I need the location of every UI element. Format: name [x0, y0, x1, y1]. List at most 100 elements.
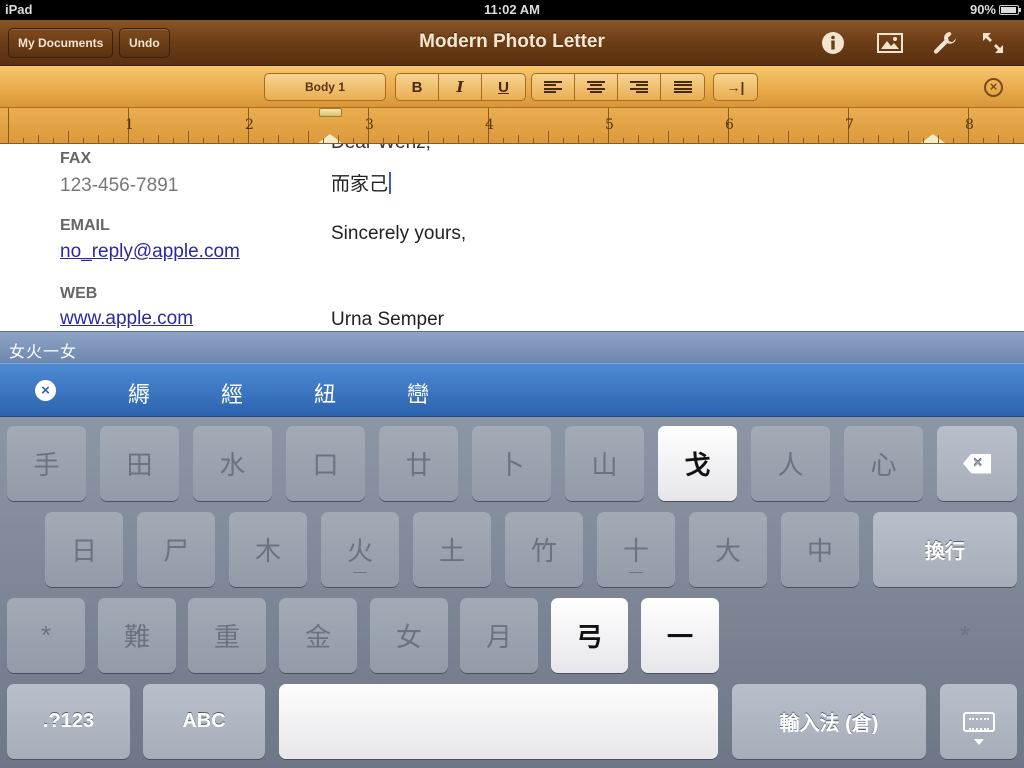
- ruler-tick: [278, 135, 279, 143]
- typed-text-line[interactable]: 而家己: [331, 169, 392, 196]
- key-row1-7[interactable]: 山: [565, 426, 644, 501]
- key-row1-2[interactable]: 田: [100, 426, 179, 501]
- media-icon[interactable]: [876, 29, 904, 57]
- key-row2-6[interactable]: 竹: [505, 512, 583, 587]
- wrench-icon[interactable]: [931, 29, 959, 57]
- right-indent-marker[interactable]: [921, 134, 945, 143]
- key-row2-4[interactable]: 火: [321, 512, 399, 587]
- key-row2-5[interactable]: 土: [413, 512, 491, 587]
- key-row1-1[interactable]: 手: [7, 426, 86, 501]
- ruler-tick: [398, 135, 399, 143]
- ruler-tick: [188, 131, 189, 143]
- my-documents-button[interactable]: My Documents: [8, 28, 114, 58]
- paragraph-style-button[interactable]: Body 1: [264, 73, 386, 101]
- document-page[interactable]: Dear Wenz, FAX 123-456-7891 EMAIL no_rep…: [0, 144, 1024, 331]
- ruler-tick: [818, 135, 819, 143]
- key-row2-7[interactable]: 十: [597, 512, 675, 587]
- justify-button[interactable]: [661, 74, 704, 100]
- ruler-tick: [143, 138, 144, 143]
- key-row3-3[interactable]: 重: [188, 598, 266, 673]
- candidate-4[interactable]: 巒: [407, 377, 429, 409]
- align-right-icon: [630, 81, 648, 93]
- align-center-icon: [587, 81, 605, 93]
- key-row3-1[interactable]: *: [7, 598, 85, 673]
- tab-button[interactable]: →|: [713, 73, 758, 101]
- ruler-tick: [1013, 138, 1014, 143]
- first-line-indent-marker[interactable]: [319, 108, 342, 117]
- ruler-tick: [158, 135, 159, 143]
- key-row2-2[interactable]: 尸: [137, 512, 215, 587]
- key-row1-6[interactable]: 卜: [472, 426, 551, 501]
- web-link[interactable]: www.apple.com: [60, 308, 193, 330]
- justify-icon: [673, 81, 692, 93]
- ruler-tick: [788, 131, 789, 143]
- key-row2-3[interactable]: 木: [229, 512, 307, 587]
- ruler-tick: [83, 138, 84, 143]
- key-row2-9[interactable]: 中: [781, 512, 859, 587]
- numbers-key[interactable]: .?123: [7, 684, 130, 759]
- ruler-tick: [863, 138, 864, 143]
- ruler-tick: [698, 135, 699, 143]
- abc-key[interactable]: ABC: [143, 684, 265, 759]
- key-row1-4[interactable]: 口: [286, 426, 365, 501]
- ruler-tick: [923, 138, 924, 143]
- key-row1-3[interactable]: 水: [193, 426, 272, 501]
- key-row3-8[interactable]: 一: [641, 598, 719, 673]
- align-left-button[interactable]: [532, 74, 575, 100]
- cangjie-keyboard: 手 田 水 口 廿 卜 山 戈 人 心 × 日 尸 木 火 土 竹 十 大 中 …: [0, 417, 1024, 768]
- text-cursor: [389, 172, 392, 194]
- candidate-3[interactable]: 紐: [314, 377, 336, 409]
- ruler-tick: [113, 138, 114, 143]
- undo-button[interactable]: Undo: [119, 28, 170, 58]
- ruler-tick: [443, 138, 444, 143]
- backspace-key[interactable]: ×: [937, 426, 1017, 501]
- key-row1-10[interactable]: 心: [844, 426, 923, 501]
- composition-bar: 女火一女: [0, 331, 1024, 363]
- bold-button[interactable]: B: [396, 74, 439, 100]
- key-row1-8[interactable]: 戈: [658, 426, 737, 501]
- key-row2-1[interactable]: 日: [45, 512, 123, 587]
- return-key[interactable]: 換行: [873, 512, 1017, 587]
- align-center-button[interactable]: [575, 74, 618, 100]
- key-row3-6[interactable]: 月: [460, 598, 538, 673]
- close-format-bar-icon[interactable]: ×: [984, 78, 1003, 97]
- info-icon[interactable]: [819, 29, 847, 57]
- ruler-tick: [953, 138, 954, 143]
- input-method-key[interactable]: 輸入法 (倉): [732, 684, 926, 759]
- key-row3-7[interactable]: 弓: [551, 598, 628, 673]
- ruler-tick: [23, 138, 24, 143]
- ruler-tick: [218, 135, 219, 143]
- battery-percent: 90%: [969, 2, 996, 17]
- ruler-tick: [503, 138, 504, 143]
- align-right-button[interactable]: [618, 74, 661, 100]
- hide-keyboard-key[interactable]: [940, 684, 1017, 759]
- ruler-tick: [683, 138, 684, 143]
- salutation-line: Dear Wenz,: [331, 144, 431, 154]
- ruler-tick: [653, 138, 654, 143]
- fullscreen-icon[interactable]: [979, 29, 1007, 57]
- space-key[interactable]: [279, 684, 718, 759]
- italic-button[interactable]: I: [439, 74, 482, 100]
- key-row1-9[interactable]: 人: [751, 426, 830, 501]
- clear-composition-icon[interactable]: ×: [35, 380, 56, 401]
- candidate-2[interactable]: 經: [221, 377, 243, 409]
- key-row2-4-label: 火: [346, 536, 373, 566]
- ruler-number: 8: [965, 117, 974, 133]
- key-row3-2[interactable]: 難: [98, 598, 176, 673]
- key-row2-8[interactable]: 大: [689, 512, 767, 587]
- candidate-1[interactable]: 縟: [128, 377, 150, 409]
- key-row3-4[interactable]: 金: [279, 598, 357, 673]
- key-row3-5[interactable]: 女: [370, 598, 448, 673]
- ruler-tick: [458, 135, 459, 143]
- key-row3-9[interactable]: *: [925, 598, 1005, 673]
- ruler-tick: [98, 135, 99, 143]
- ruler-tick: [833, 138, 834, 143]
- ruler-tick: [563, 138, 564, 143]
- ruler-tick: [803, 138, 804, 143]
- key-row1-5[interactable]: 廿: [379, 426, 458, 501]
- underline-button[interactable]: U: [482, 74, 525, 100]
- ruler-tick: [743, 138, 744, 143]
- text-style-group: B I U: [395, 73, 526, 101]
- email-link[interactable]: no_reply@apple.com: [60, 241, 240, 263]
- ruler-tick: [578, 135, 579, 143]
